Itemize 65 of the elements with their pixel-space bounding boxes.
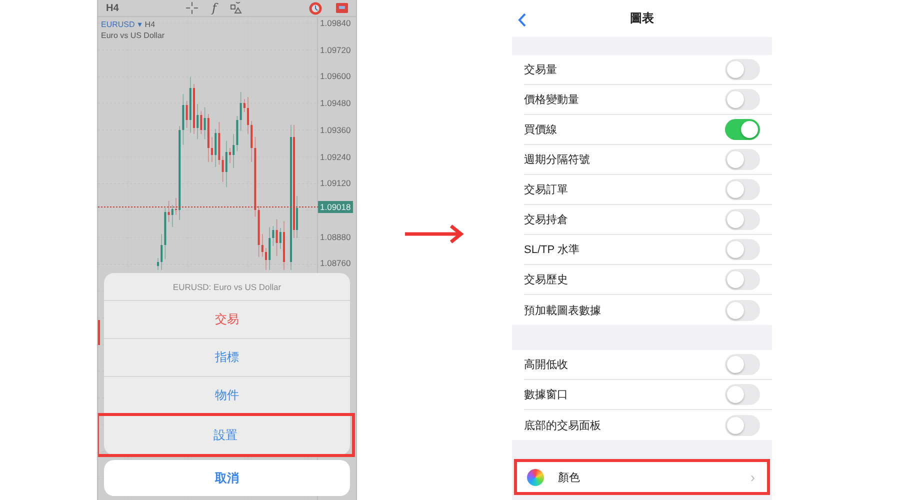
toggle-switch[interactable] <box>725 89 760 110</box>
price-label: 1.09840 <box>320 18 351 28</box>
arrow-icon <box>405 224 465 244</box>
clock-icon[interactable] <box>309 2 322 14</box>
toggle-switch[interactable] <box>725 179 760 200</box>
crosshair-icon[interactable] <box>186 2 198 14</box>
toggle-switch[interactable] <box>725 384 760 405</box>
price-label: 1.08880 <box>320 232 351 242</box>
price-label: 1.09480 <box>320 98 351 108</box>
candlestick <box>247 96 249 134</box>
setting-label: 價格變動量 <box>524 93 579 107</box>
price-label: 1.09720 <box>320 44 351 55</box>
setting-label: 高開低收 <box>524 358 568 372</box>
chevron-icon: › <box>750 469 755 485</box>
setting-label: 買價線 <box>524 123 557 137</box>
price-label: 1.09360 <box>320 124 351 135</box>
toggle-switch[interactable] <box>725 119 760 140</box>
sheet-option[interactable]: 設置 <box>98 415 353 455</box>
toggle-switch[interactable] <box>725 209 760 230</box>
sheet-title: EURUSD: Euro vs US Dollar <box>104 273 350 301</box>
setting-label: 數據窗口 <box>524 388 568 402</box>
setting-label: 週期分隔符號 <box>524 153 590 167</box>
price-label: 1.09120 <box>320 178 351 188</box>
candlestick <box>211 136 213 162</box>
candlestick <box>229 148 231 164</box>
candlestick <box>157 258 159 270</box>
setting-label: 交易持倉 <box>524 212 568 227</box>
toggle-switch[interactable] <box>725 414 760 436</box>
timeframe-label: H4 <box>144 20 156 29</box>
sheet-option[interactable]: 交易 <box>104 301 350 339</box>
price-label: 1.09240 <box>320 152 351 162</box>
setting-label: 顏色 <box>558 470 580 484</box>
screen-title: 圖表 <box>630 10 654 27</box>
candlestick <box>175 198 177 216</box>
setting-label: 底部的交易面板 <box>524 418 601 432</box>
setting-label: 預加載圖表數據 <box>524 304 601 318</box>
function-button[interactable]: f <box>212 1 216 15</box>
setting-label: SL/TP 水準 <box>524 243 580 257</box>
current-price-tag: 1.09018 <box>318 201 353 213</box>
setting-label: 交易歷史 <box>524 272 568 287</box>
toggle-switch[interactable] <box>725 269 760 290</box>
cancel-button[interactable]: 取消 <box>104 460 350 496</box>
symbol-description: Euro vs US Dollar <box>101 31 165 40</box>
setting-label: 交易訂單 <box>524 182 568 197</box>
setting-label: 交易量 <box>524 62 557 77</box>
sheet-option[interactable]: 物件 <box>104 377 350 415</box>
toggle-switch[interactable] <box>725 59 760 80</box>
toggle-switch[interactable] <box>725 149 760 170</box>
color-wheel-icon <box>527 468 544 486</box>
candlestick <box>283 220 285 270</box>
toggle-switch[interactable] <box>725 354 760 375</box>
color-setting-row[interactable]: 顏色 › <box>514 459 770 495</box>
candlestick <box>265 248 267 270</box>
price-label: 1.08760 <box>320 258 351 268</box>
timeframe-label[interactable]: H4 <box>106 2 186 14</box>
toggle-switch[interactable] <box>725 239 760 260</box>
dropdown-caret[interactable]: ▾ <box>138 20 142 29</box>
candlestick <box>193 84 195 134</box>
sheet-option[interactable]: 指標 <box>104 339 350 377</box>
toggle-switch[interactable] <box>725 300 760 320</box>
shapes-icon[interactable] <box>230 2 242 14</box>
candlestick <box>98 320 100 345</box>
back-icon[interactable] <box>518 13 527 27</box>
symbol-label[interactable]: EURUSD <box>101 20 135 29</box>
price-label: 1.09600 <box>320 71 351 82</box>
